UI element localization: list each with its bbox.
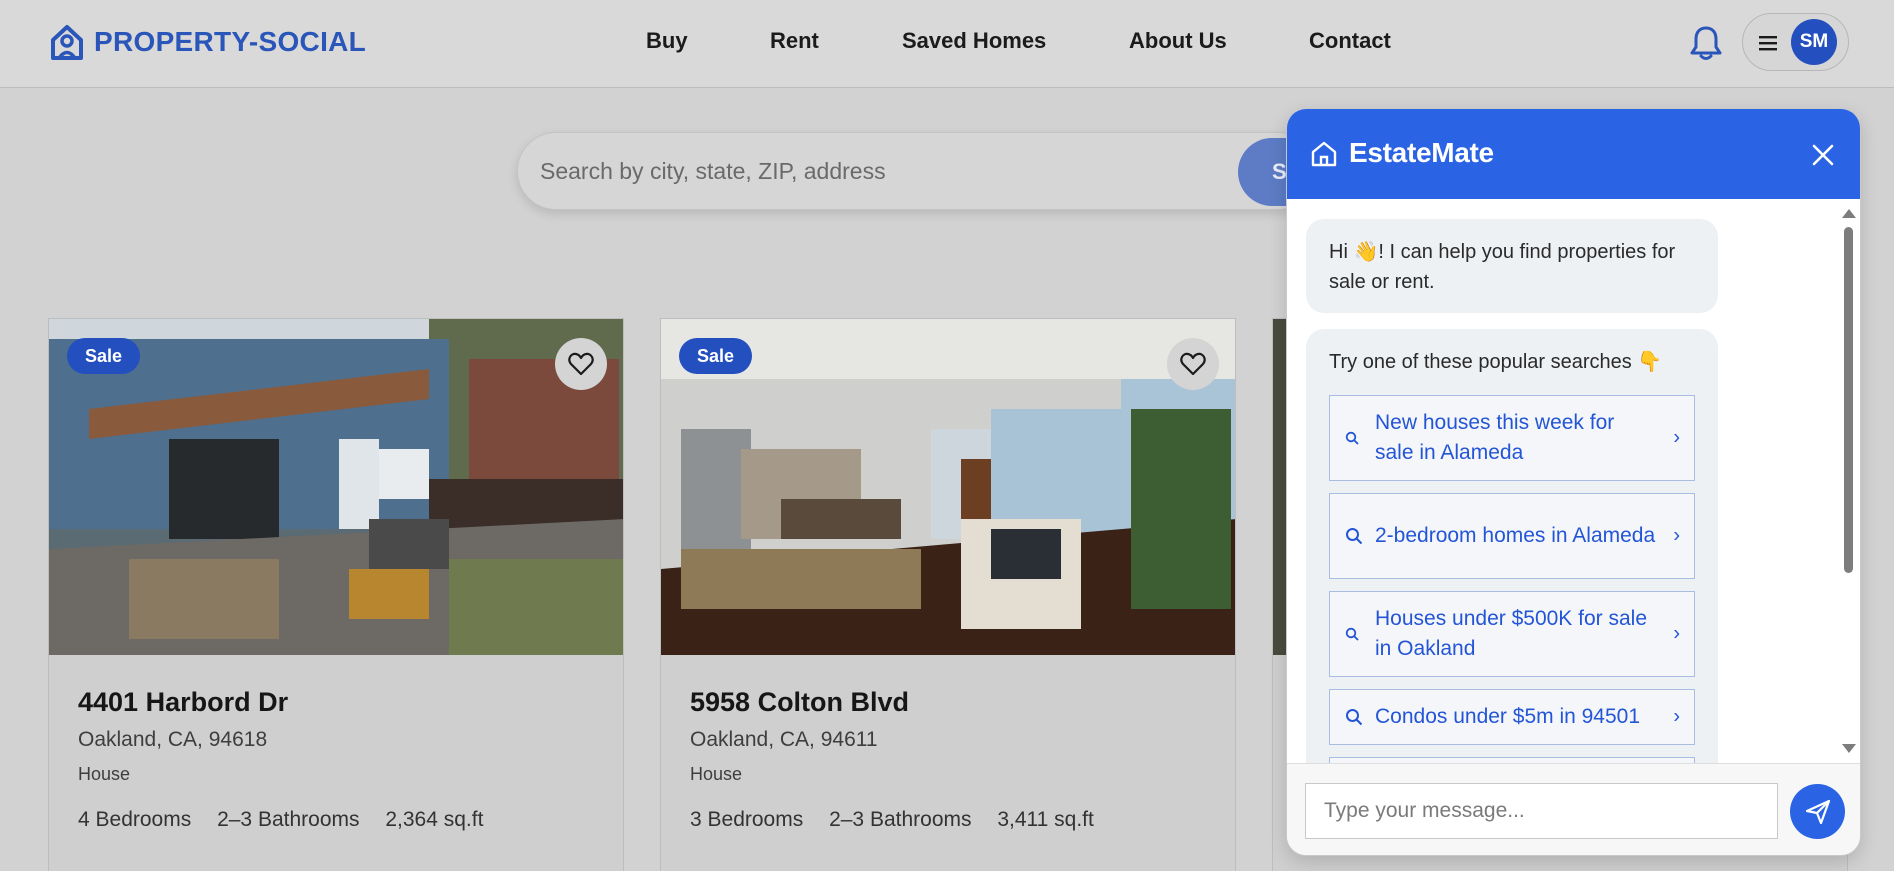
paper-plane-icon [1805, 799, 1830, 824]
search-icon [1346, 528, 1363, 545]
brand-logo[interactable]: PROPERTY-SOCIAL [48, 23, 366, 61]
scrollbar-thumb[interactable] [1844, 227, 1853, 573]
listing-photo[interactable]: Sale [661, 319, 1235, 655]
chevron-right-icon: › [1673, 705, 1680, 728]
chat-header: EstateMate [1287, 109, 1860, 199]
listing-area: 3,411 sq.ft [997, 808, 1094, 831]
top-nav-bar: PROPERTY-SOCIAL Buy Rent Saved Homes Abo… [0, 0, 1894, 88]
bot-suggestions-message: Try one of these popular searches 👇 New … [1306, 329, 1718, 763]
listing-type: House [78, 764, 131, 784]
chat-messages[interactable]: Hi 👋! I can help you find properties for… [1287, 199, 1860, 763]
listing-city: Oakland, CA, 94611 [690, 728, 878, 751]
suggestion-label: Condos under $5m in 94501 [1375, 705, 1641, 728]
suggestion-chip[interactable]: Houses under $500K for sale in Oakland › [1329, 591, 1695, 677]
listing-specs: 4 Bedrooms 2–3 Bathrooms 2,364 sq.ft [78, 808, 503, 832]
search-input[interactable] [540, 151, 1160, 191]
search-icon [1345, 431, 1359, 445]
listing-city: Oakland, CA, 94618 [78, 728, 268, 751]
nav-link-saved-homes[interactable]: Saved Homes [902, 28, 1046, 54]
chat-scrollbar[interactable] [1839, 204, 1856, 759]
nav-link-buy[interactable]: Buy [646, 28, 688, 54]
chat-message-input[interactable] [1305, 783, 1778, 839]
chat-widget: EstateMate Hi 👋! I can help you find pro… [1286, 108, 1861, 856]
suggestion-chip[interactable]: 2-bedroom homes in Alameda › [1329, 493, 1695, 579]
favorite-button[interactable] [1167, 338, 1219, 390]
listing-bathrooms: 2–3 Bathrooms [829, 808, 972, 831]
listing-badge: Sale [67, 338, 141, 374]
chat-composer [1287, 763, 1860, 855]
listing-address[interactable]: 4401 Harbord Dr [78, 687, 288, 718]
listing-bathrooms: 2–3 Bathrooms [217, 808, 360, 831]
brand-house-icon [51, 25, 83, 60]
avatar: SM [1791, 19, 1837, 65]
nav-link-rent[interactable]: Rent [770, 28, 819, 54]
chevron-right-icon: › [1673, 622, 1680, 645]
heart-icon [1180, 352, 1206, 376]
hamburger-icon [1759, 36, 1777, 51]
suggestion-label: New houses this week for sale in Alameda [1375, 411, 1615, 464]
favorite-button[interactable] [555, 338, 607, 390]
close-icon[interactable] [1810, 142, 1836, 168]
chevron-right-icon: › [1673, 426, 1680, 449]
send-button[interactable] [1790, 784, 1845, 839]
chevron-right-icon: › [1673, 524, 1680, 547]
scroll-down-arrow-icon[interactable] [1842, 744, 1856, 753]
listing-badge: Sale [679, 338, 753, 374]
listing-address[interactable]: 5958 Colton Blvd [690, 687, 909, 718]
suggestion-label: Houses under $500K for sale in Oakland [1375, 607, 1648, 660]
house-icon [1311, 141, 1337, 167]
brand-name: PROPERTY-SOCIAL [94, 26, 367, 57]
living-room-photo [661, 319, 1235, 655]
patio-house-photo [49, 319, 623, 655]
listing-bedrooms: 4 Bedrooms [78, 808, 192, 831]
listing-photo[interactable]: Sale [49, 319, 623, 655]
listing-card[interactable]: Sale 4401 Harbord Dr Oakland, CA, 94618 … [48, 318, 624, 871]
search-bar: Search [517, 132, 1317, 210]
suggestion-chip[interactable]: Condos under $5m in 94501 › [1329, 689, 1695, 745]
listing-area: 2,364 sq.ft [385, 808, 484, 831]
listing-card[interactable]: Sale 5958 Colton Blvd Oakland, CA, 94611… [660, 318, 1236, 871]
nav-link-contact[interactable]: Contact [1309, 28, 1391, 54]
popular-searches-intro: Try one of these popular searches 👇 [1329, 351, 1663, 373]
listing-type: House [690, 764, 743, 784]
bell-icon[interactable] [1689, 24, 1723, 62]
scroll-up-arrow-icon[interactable] [1842, 209, 1856, 218]
suggestion-label: 2-bedroom homes in Alameda [1375, 524, 1656, 547]
listing-specs: 3 Bedrooms 2–3 Bathrooms 3,411 sq.ft [690, 808, 1114, 832]
suggestion-chip[interactable]: New houses this week for sale in Alameda… [1329, 395, 1695, 481]
search-icon [1346, 709, 1363, 726]
heart-icon [568, 352, 594, 376]
search-icon [1345, 627, 1359, 641]
nav-link-about-us[interactable]: About Us [1129, 28, 1227, 54]
listing-bedrooms: 3 Bedrooms [690, 808, 804, 831]
user-menu-button[interactable]: SM [1742, 13, 1849, 71]
chat-title: EstateMate [1349, 137, 1494, 168]
bot-greeting-message: Hi 👋! I can help you find properties for… [1306, 219, 1718, 313]
